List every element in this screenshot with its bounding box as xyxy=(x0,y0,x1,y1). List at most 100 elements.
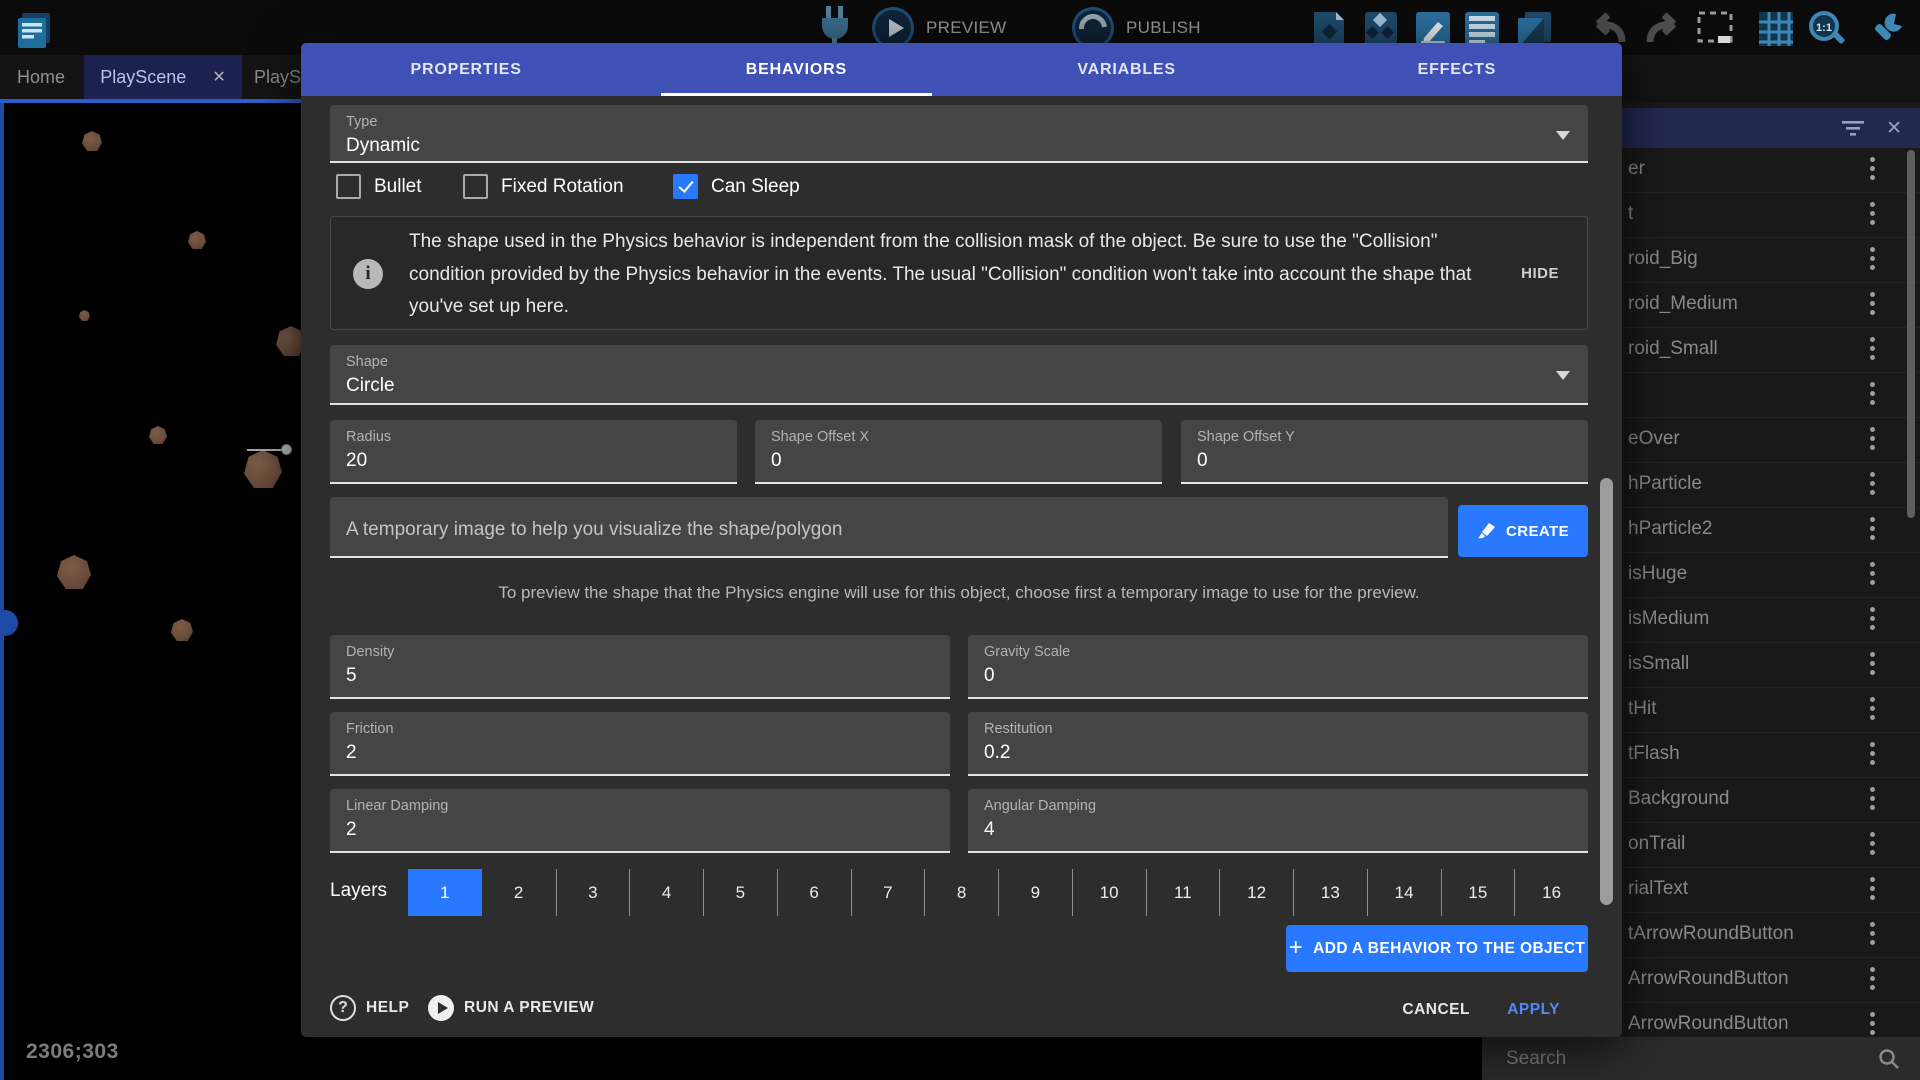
close-tab-icon[interactable]: ✕ xyxy=(212,67,225,87)
object-label: tArrowRoundButton xyxy=(1628,923,1794,945)
type-select[interactable]: Type Dynamic xyxy=(330,105,1588,163)
help-button[interactable]: ? HELP xyxy=(330,995,409,1021)
layer-14-button[interactable]: 14 xyxy=(1367,869,1441,916)
item-menu-icon[interactable] xyxy=(1870,742,1875,769)
item-menu-icon[interactable] xyxy=(1870,652,1875,679)
asteroid-sprite[interactable] xyxy=(188,231,206,249)
radius-field[interactable]: Radius 20 xyxy=(330,420,737,484)
gravity-scale-field[interactable]: Gravity Scale 0 xyxy=(968,635,1588,699)
layer-7-button[interactable]: 7 xyxy=(851,869,925,916)
can-sleep-checkbox-group[interactable]: Can Sleep xyxy=(673,174,800,199)
layer-2-button[interactable]: 2 xyxy=(482,869,556,916)
tab-variables[interactable]: VARIABLES xyxy=(962,43,1292,96)
tab-playscene[interactable]: PlayScene ✕ xyxy=(84,55,242,99)
asteroid-sprite[interactable] xyxy=(244,450,282,488)
asteroid-sprite[interactable] xyxy=(149,426,167,444)
tab-effects[interactable]: EFFECTS xyxy=(1292,43,1622,96)
asteroid-sprite[interactable] xyxy=(82,131,102,151)
layer-5-button[interactable]: 5 xyxy=(703,869,777,916)
item-menu-icon[interactable] xyxy=(1870,787,1875,814)
item-menu-icon[interactable] xyxy=(1870,382,1875,409)
undo-icon[interactable] xyxy=(1582,12,1628,46)
fixed-rotation-checkbox-group[interactable]: Fixed Rotation xyxy=(463,174,624,199)
plug-icon[interactable] xyxy=(818,6,852,46)
temp-image-field[interactable]: A temporary image to help you visualize … xyxy=(330,497,1448,558)
item-menu-icon[interactable] xyxy=(1870,427,1875,454)
item-menu-icon[interactable] xyxy=(1870,697,1875,724)
shape-offset-x-field[interactable]: Shape Offset X 0 xyxy=(755,420,1162,484)
tab-home[interactable]: Home xyxy=(0,55,82,99)
physics-behavior-dialog: PROPERTIES BEHAVIORS VARIABLES EFFECTS T… xyxy=(301,43,1622,1037)
wrench-icon[interactable] xyxy=(1866,8,1908,50)
item-menu-icon[interactable] xyxy=(1870,832,1875,859)
layers-label: Layers xyxy=(330,880,387,902)
scene-origin-dot xyxy=(0,610,18,636)
layer-8-button[interactable]: 8 xyxy=(924,869,998,916)
bullet-checkbox[interactable] xyxy=(336,174,361,199)
layer-1-button[interactable]: 1 xyxy=(408,869,482,916)
item-menu-icon[interactable] xyxy=(1870,922,1875,949)
brush-icon xyxy=(1477,521,1497,541)
item-menu-icon[interactable] xyxy=(1870,157,1875,184)
zoom-1-1-icon[interactable]: 1:1 xyxy=(1805,8,1847,50)
close-panel-icon[interactable]: ✕ xyxy=(1886,117,1902,140)
item-menu-icon[interactable] xyxy=(1870,517,1875,544)
marquee-select-icon[interactable] xyxy=(1694,8,1736,50)
angular-damping-field[interactable]: Angular Damping 4 xyxy=(968,789,1588,853)
search-input[interactable] xyxy=(1504,1047,1838,1071)
add-behavior-button[interactable]: + ADD A BEHAVIOR TO THE OBJECT xyxy=(1286,925,1588,972)
layer-16-button[interactable]: 16 xyxy=(1514,869,1588,916)
density-field[interactable]: Density 5 xyxy=(330,635,950,699)
item-menu-icon[interactable] xyxy=(1870,247,1875,274)
item-menu-icon[interactable] xyxy=(1870,967,1875,994)
redo-icon[interactable] xyxy=(1644,12,1690,46)
project-manager-icon[interactable] xyxy=(12,9,54,51)
filter-icon[interactable] xyxy=(1842,119,1864,137)
hide-button[interactable]: HIDE xyxy=(1521,265,1559,282)
item-menu-icon[interactable] xyxy=(1870,877,1875,904)
friction-field[interactable]: Friction 2 xyxy=(330,712,950,776)
layer-11-button[interactable]: 11 xyxy=(1146,869,1220,916)
restitution-field[interactable]: Restitution 0.2 xyxy=(968,712,1588,776)
bullet-checkbox-group[interactable]: Bullet xyxy=(336,174,422,199)
create-button[interactable]: CREATE xyxy=(1458,505,1588,557)
shape-offset-y-field[interactable]: Shape Offset Y 0 xyxy=(1181,420,1588,484)
shape-select[interactable]: Shape Circle xyxy=(330,345,1588,405)
linear-damping-field[interactable]: Linear Damping 2 xyxy=(330,789,950,853)
asteroid-sprite[interactable] xyxy=(57,555,91,589)
shape-value: Circle xyxy=(346,375,1572,397)
layer-12-button[interactable]: 12 xyxy=(1219,869,1293,916)
layer-10-button[interactable]: 10 xyxy=(1072,869,1146,916)
item-menu-icon[interactable] xyxy=(1870,472,1875,499)
item-menu-icon[interactable] xyxy=(1870,337,1875,364)
grid-icon[interactable] xyxy=(1755,8,1797,50)
play-circle-icon xyxy=(428,995,454,1021)
fixed-rotation-checkbox[interactable] xyxy=(463,174,488,199)
asteroid-sprite[interactable] xyxy=(79,310,90,321)
layer-15-button[interactable]: 15 xyxy=(1441,869,1515,916)
dialog-scrollbar[interactable] xyxy=(1600,478,1613,905)
asteroid-sprite[interactable] xyxy=(171,619,193,641)
apply-button[interactable]: APPLY xyxy=(1507,1001,1560,1019)
can-sleep-checkbox[interactable] xyxy=(673,174,698,199)
item-menu-icon[interactable] xyxy=(1870,202,1875,229)
object-label: eOver xyxy=(1628,428,1680,450)
object-label: roid_Big xyxy=(1628,248,1698,270)
layer-9-button[interactable]: 9 xyxy=(998,869,1072,916)
tab-behaviors[interactable]: BEHAVIORS xyxy=(631,43,961,96)
layer-6-button[interactable]: 6 xyxy=(777,869,851,916)
tab-properties[interactable]: PROPERTIES xyxy=(301,43,631,96)
item-menu-icon[interactable] xyxy=(1870,292,1875,319)
item-menu-icon[interactable] xyxy=(1870,1012,1875,1039)
item-menu-icon[interactable] xyxy=(1870,562,1875,589)
cancel-button[interactable]: CANCEL xyxy=(1402,1001,1470,1019)
shape-label: Shape xyxy=(346,354,1572,370)
panel-scrollbar[interactable] xyxy=(1907,150,1915,518)
layer-3-button[interactable]: 3 xyxy=(556,869,630,916)
fixed-rotation-label: Fixed Rotation xyxy=(501,176,624,198)
run-preview-button[interactable]: RUN A PREVIEW xyxy=(428,995,594,1021)
layer-13-button[interactable]: 13 xyxy=(1293,869,1367,916)
item-menu-icon[interactable] xyxy=(1870,607,1875,634)
layer-4-button[interactable]: 4 xyxy=(629,869,703,916)
drag-guide-handle[interactable] xyxy=(281,444,292,455)
